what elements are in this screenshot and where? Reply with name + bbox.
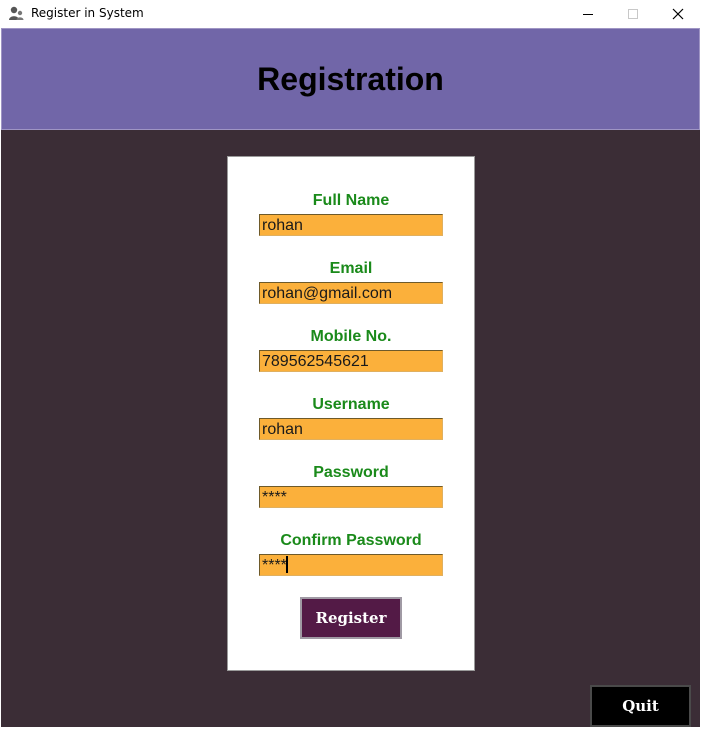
maximize-button[interactable]: [610, 0, 655, 27]
users-icon: [8, 5, 25, 21]
minimize-button[interactable]: [565, 0, 610, 27]
full-name-label: Full Name: [312, 192, 390, 209]
email-field[interactable]: rohan@gmail.com: [259, 282, 443, 304]
text-caret: [285, 556, 288, 573]
registration-form: Full Name rohan Email rohan@gmail.com Mo…: [227, 156, 475, 671]
mobile-field[interactable]: 789562545621: [259, 350, 443, 372]
maximize-icon: [627, 8, 638, 19]
password-label: Password: [313, 464, 389, 481]
full-name-field[interactable]: rohan: [259, 214, 443, 236]
close-button[interactable]: [655, 0, 700, 27]
confirm-password-value: ****: [262, 557, 287, 574]
username-label: Username: [312, 396, 390, 413]
window-titlebar: Register in System: [0, 0, 701, 27]
username-field[interactable]: rohan: [259, 418, 443, 440]
confirm-password-label: Confirm Password: [280, 532, 422, 549]
close-icon: [672, 8, 683, 19]
page-title: Registration: [257, 60, 444, 97]
password-field[interactable]: ****: [259, 486, 443, 508]
quit-button[interactable]: Quit: [590, 685, 691, 727]
window-title: Register in System: [31, 6, 144, 20]
mobile-label: Mobile No.: [310, 328, 392, 345]
header-band: Registration: [1, 28, 700, 130]
minimize-icon: [582, 13, 593, 15]
email-label: Email: [329, 260, 373, 277]
register-button[interactable]: Register: [300, 597, 402, 639]
confirm-password-field[interactable]: ****: [259, 554, 443, 576]
